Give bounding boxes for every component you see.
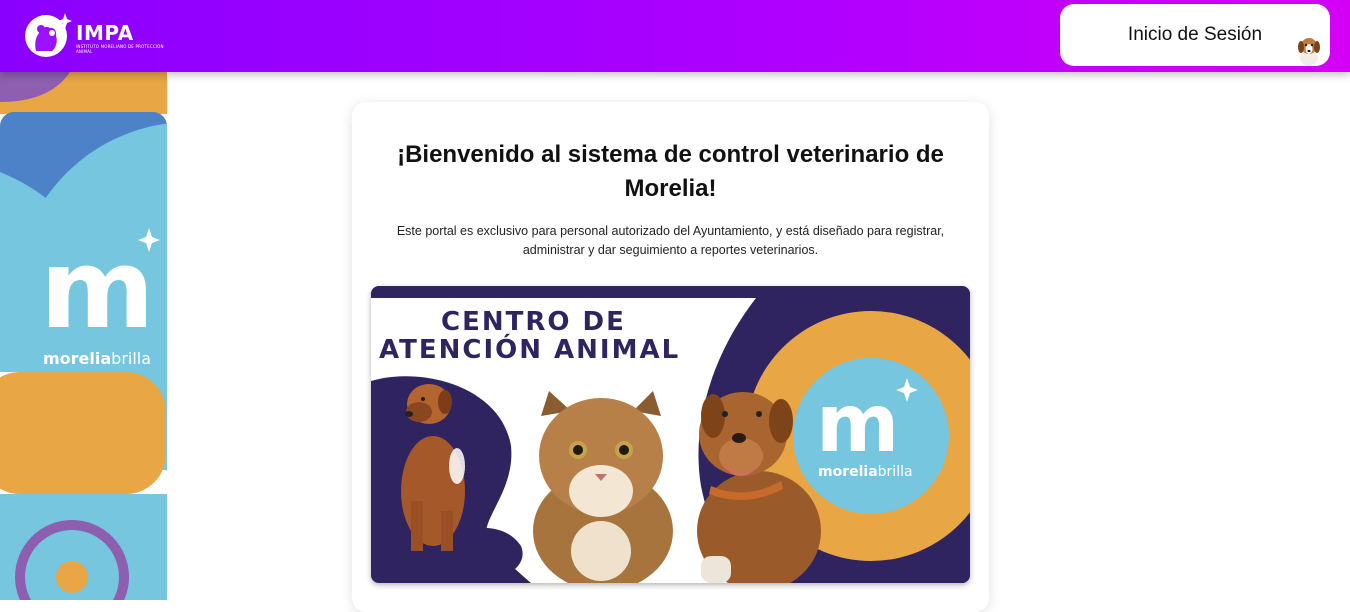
welcome-title: ¡Bienvenido al sistema de control veteri…: [397, 141, 944, 202]
login-button-label: Inicio de Sesión: [1127, 24, 1263, 45]
banner-brand-light: brilla: [878, 464, 913, 480]
decorative-sidebar: m moreliabrilla: [0, 72, 167, 600]
logo-subtitle: INSTITUTO MORELIANO DE PROTECCIÓN ANIMAL: [76, 44, 164, 54]
logo-title: IMPA: [76, 21, 134, 45]
login-button[interactable]: Inicio de Sesión: [1060, 4, 1330, 66]
svg-text:moreliabrilla: moreliabrilla: [43, 349, 151, 368]
centro-atencion-banner: m moreliabrilla CENTRO DE ATENCIÓN ANIMA…: [371, 286, 970, 583]
banner-brand-m: m: [816, 377, 899, 470]
sidebar-brand-m: m: [40, 225, 155, 353]
banner-brand-bold: morelia: [818, 464, 878, 480]
welcome-card: ¡Bienvenido al sistema de control veteri…: [352, 102, 989, 612]
sidebar-brand-bold: morelia: [43, 349, 111, 368]
svg-text:moreliabrilla: moreliabrilla: [818, 464, 913, 480]
banner-headline-line2: ATENCIÓN ANIMAL: [379, 333, 680, 365]
beagle-icon: [1298, 38, 1320, 66]
sidebar-art: m moreliabrilla: [0, 72, 167, 600]
top-bar: IMPA INSTITUTO MORELIANO DE PROTECCIÓN A…: [0, 0, 1350, 72]
banner-art: m moreliabrilla CENTRO DE ATENCIÓN ANIMA…: [371, 286, 970, 583]
welcome-description: Este portal es exclusivo para personal a…: [396, 224, 945, 257]
paw-heart-logo-icon: [25, 13, 72, 57]
impa-logo[interactable]: IMPA INSTITUTO MORELIANO DE PROTECCIÓN A…: [24, 11, 174, 61]
sidebar-brand-light: brilla: [111, 349, 151, 368]
banner-headline-line1: CENTRO DE: [441, 307, 626, 337]
